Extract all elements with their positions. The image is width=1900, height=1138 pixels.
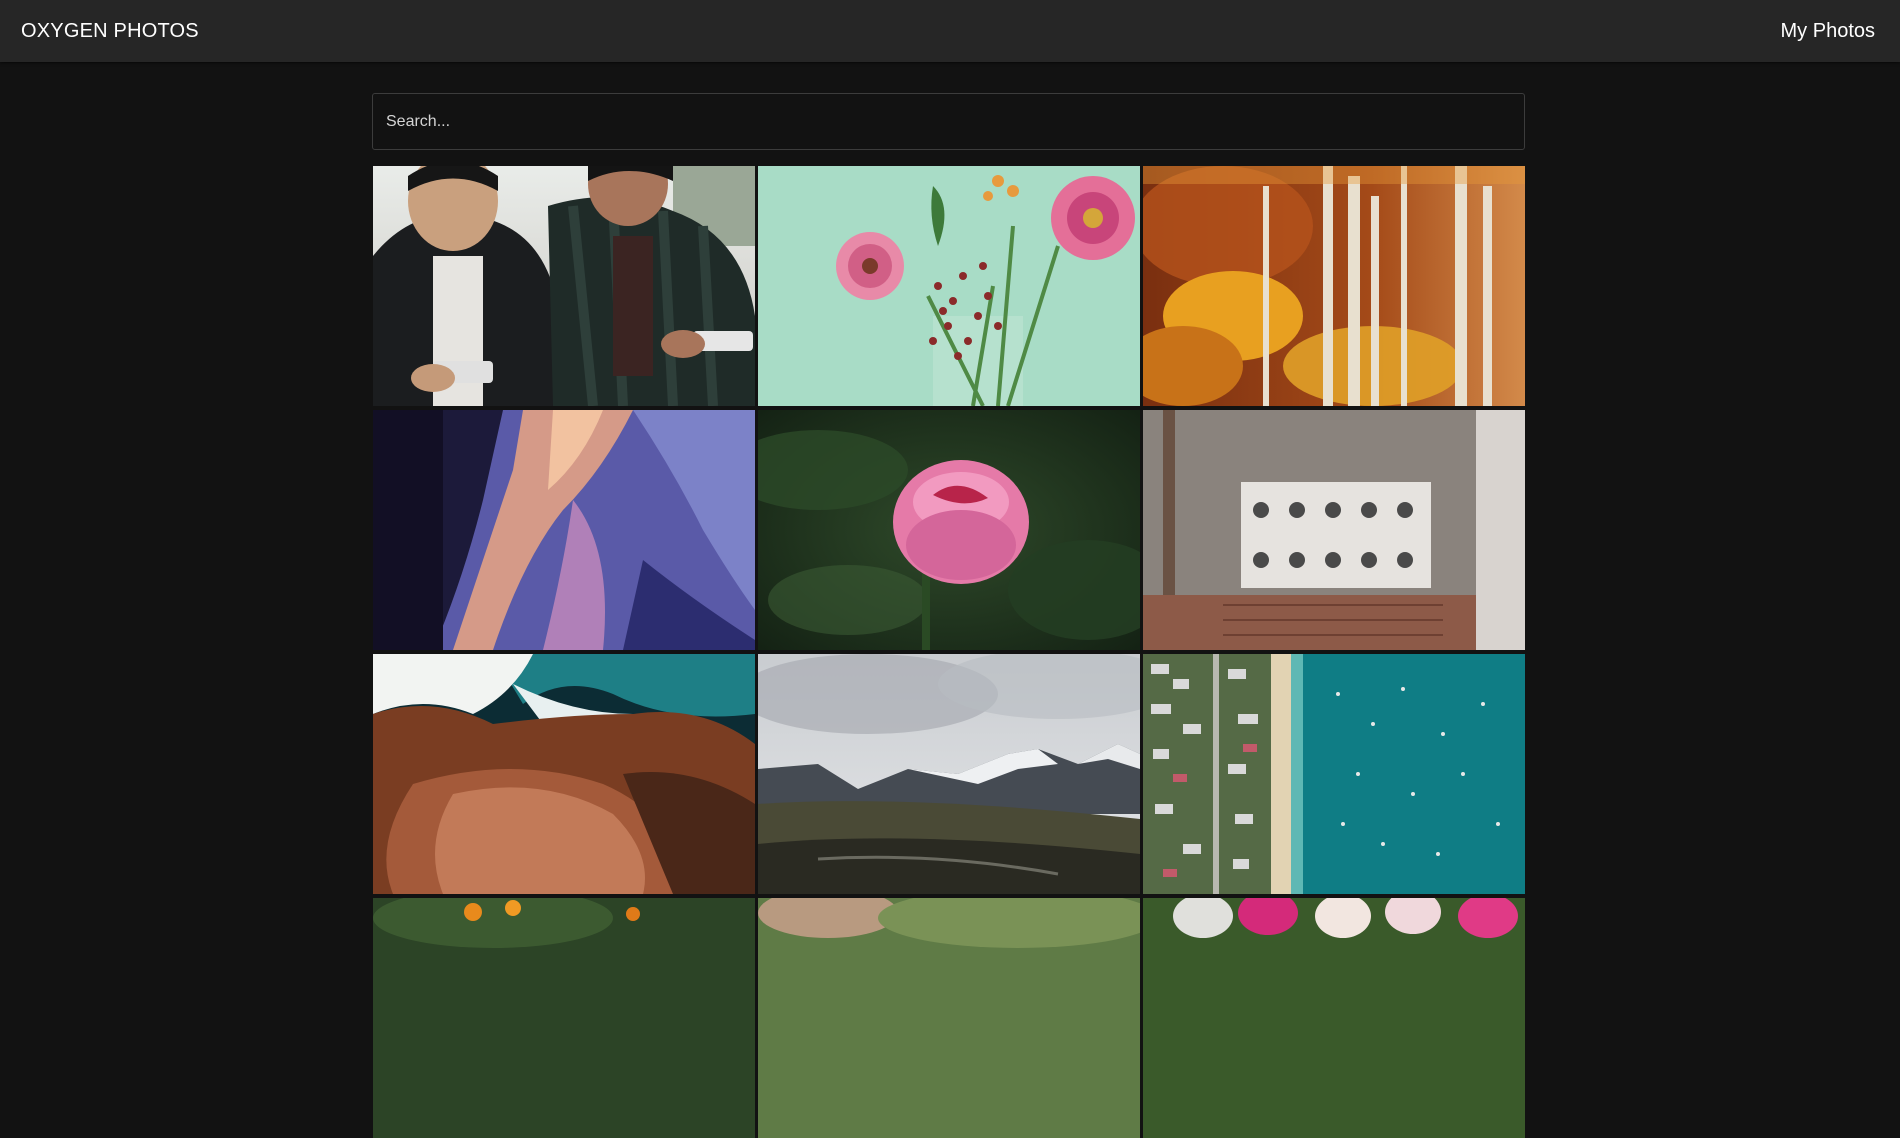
photo-green-blur: [758, 898, 1140, 1138]
photo-gamers: [373, 166, 755, 406]
photo-coastal-rocks: [373, 654, 755, 894]
photo-wall-switches: [1143, 410, 1525, 650]
photo-pink-gerbera-flowers: [758, 166, 1140, 406]
photo-tile-pink-peony[interactable]: [758, 410, 1140, 650]
photo-tile-pink-gerbera-flowers[interactable]: [758, 166, 1140, 406]
photo-tulips: [1143, 898, 1525, 1138]
photo-grid: [373, 166, 1525, 1138]
photo-tile-snowy-mountains[interactable]: [758, 654, 1140, 894]
photo-orange-tree: [373, 898, 755, 1138]
photo-autumn-aspen-forest: [1143, 166, 1525, 406]
photo-tile-autumn-aspen-forest[interactable]: [1143, 166, 1525, 406]
top-navbar: OXYGEN PHOTOS My Photos: [0, 0, 1900, 62]
brand-logo-link[interactable]: OXYGEN PHOTOS: [21, 20, 199, 43]
my-photos-link[interactable]: My Photos: [1781, 20, 1875, 43]
photo-pink-peony: [758, 410, 1140, 650]
search-input[interactable]: [372, 93, 1525, 150]
photo-tile-coastal-rocks[interactable]: [373, 654, 755, 894]
photo-tile-tulips[interactable]: [1143, 898, 1525, 1138]
photo-tile-gamers[interactable]: [373, 166, 755, 406]
photo-snowy-mountains: [758, 654, 1140, 894]
photo-tile-orange-tree[interactable]: [373, 898, 755, 1138]
photo-aerial-beach-town: [1143, 654, 1525, 894]
photo-tile-green-blur[interactable]: [758, 898, 1140, 1138]
photo-tile-wall-switches[interactable]: [1143, 410, 1525, 650]
photo-tile-aerial-beach-town[interactable]: [1143, 654, 1525, 894]
photo-tile-canyon-sandstone[interactable]: [373, 410, 755, 650]
photo-canyon-sandstone: [373, 410, 755, 650]
